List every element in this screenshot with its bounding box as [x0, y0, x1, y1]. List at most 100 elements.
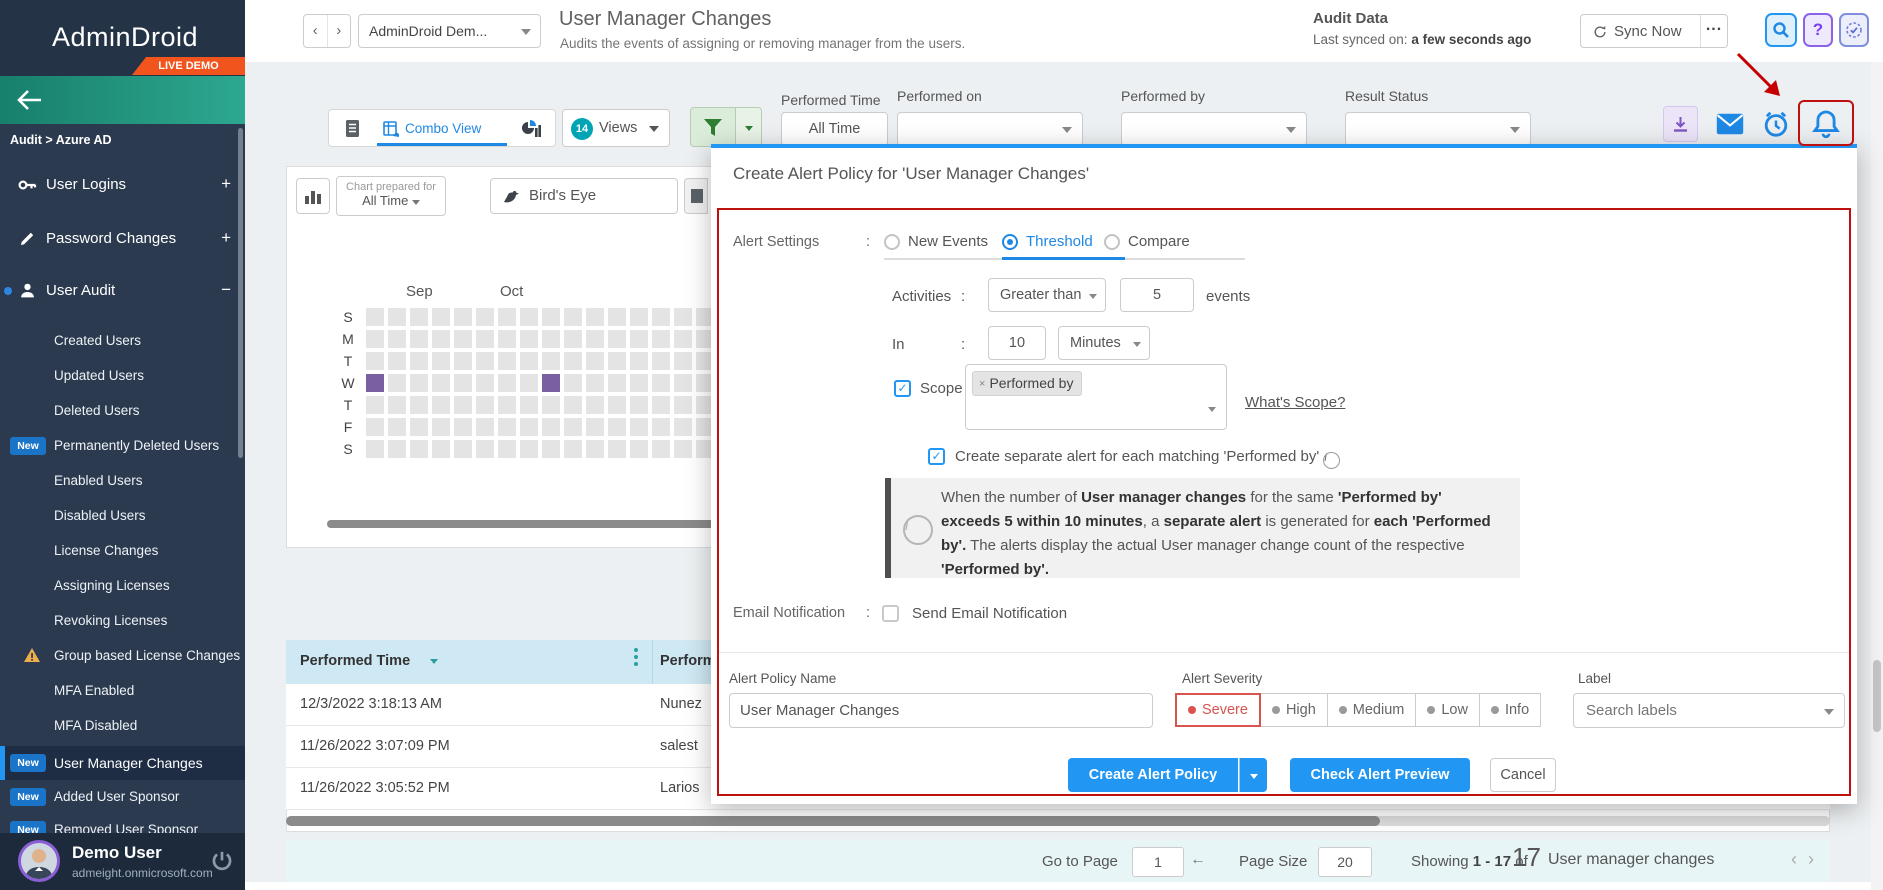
label-select[interactable] [1573, 693, 1845, 728]
heatmap-cell [542, 308, 560, 326]
page-number-input[interactable] [1132, 847, 1184, 877]
heatmap-cell [476, 374, 494, 392]
label-search-input[interactable] [1584, 701, 1808, 720]
radio-compare[interactable] [1104, 234, 1120, 250]
scope-checkbox[interactable]: ✓ [894, 380, 911, 397]
sync-now-button[interactable]: Sync Now ... [1580, 14, 1728, 48]
tab-chart-view[interactable] [507, 110, 557, 146]
chart-extra-button[interactable] [684, 178, 708, 214]
send-email-checkbox[interactable] [882, 605, 899, 622]
filter-options-button[interactable] [735, 107, 762, 147]
filter-performed-time[interactable]: All Time [781, 112, 888, 146]
birds-eye-button[interactable]: Bird's Eye [490, 178, 678, 214]
activities-operator-select[interactable]: Greater than [988, 278, 1106, 312]
info-icon[interactable]: i [1323, 452, 1341, 469]
heatmap-cell [454, 396, 472, 414]
severity-medium[interactable]: Medium [1326, 693, 1417, 727]
radio-new-events-label[interactable]: New Events [908, 233, 988, 250]
chart-period-selector[interactable]: Chart prepared for All Time [336, 176, 446, 216]
sync-more-button[interactable]: ... [1700, 15, 1727, 47]
prev-page-icon[interactable]: ‹ [1791, 849, 1797, 870]
filter-performed-by[interactable] [1121, 112, 1307, 146]
scope-multiselect[interactable]: × Performed by [965, 364, 1227, 430]
column-header-performed-time[interactable]: Performed Time [300, 653, 410, 669]
chevron-down-icon [1249, 774, 1258, 779]
cell-performed-by: Larios [660, 780, 700, 796]
cancel-button[interactable]: Cancel [1490, 758, 1556, 792]
check-alert-preview-button[interactable]: Check Alert Preview [1290, 758, 1470, 792]
whats-scope-link[interactable]: What's Scope? [1245, 394, 1345, 411]
activities-count-input[interactable] [1120, 278, 1194, 312]
email-report-button[interactable] [1712, 108, 1748, 140]
filter-result-status[interactable] [1345, 112, 1531, 146]
heatmap-cell [674, 352, 692, 370]
bottom-strip [245, 882, 1883, 890]
in-unit-select[interactable]: Minutes [1058, 326, 1150, 360]
page-vscrollbar-thumb[interactable] [1873, 660, 1881, 732]
back-nav-button[interactable]: ‹ [304, 15, 327, 47]
filter-performed-on[interactable] [897, 112, 1083, 146]
heatmap-cell [476, 396, 494, 414]
modal-footer-divider [719, 652, 1849, 653]
global-search-button[interactable] [1765, 13, 1797, 47]
envelope-icon [1716, 113, 1744, 135]
create-alert-policy-button[interactable]: Create Alert Policy [1068, 758, 1238, 792]
sidebar-item-user-manager-changes[interactable]: New User Manager Changes [0, 746, 245, 780]
radio-new-events[interactable] [884, 234, 900, 250]
export-button[interactable] [1663, 106, 1698, 142]
radio-threshold-label[interactable]: Threshold [1026, 233, 1093, 250]
radio-threshold[interactable] [1002, 234, 1018, 250]
tasks-button[interactable] [1839, 13, 1869, 47]
severity-high[interactable]: High [1259, 693, 1328, 727]
chevron-down-icon [1510, 127, 1520, 133]
table-hscrollbar-thumb[interactable] [286, 816, 1380, 826]
severity-low[interactable]: Low [1415, 693, 1480, 727]
in-value-input[interactable] [988, 326, 1046, 360]
forward-nav-button[interactable]: › [326, 15, 351, 47]
sidebar-item-user-logins[interactable]: User Logins + [0, 170, 245, 200]
chevron-down-icon [1089, 294, 1097, 299]
heatmap-cell [564, 440, 582, 458]
sort-icon[interactable] [430, 659, 438, 664]
next-page-icon[interactable]: › [1808, 849, 1814, 870]
separate-alert-checkbox[interactable]: ✓ [928, 448, 945, 465]
collapse-icon[interactable]: − [221, 280, 231, 300]
last-synced-value: a few seconds ago [1411, 32, 1532, 47]
schedule-button[interactable] [1758, 106, 1794, 142]
heatmap-cell [652, 418, 670, 436]
policy-name-input[interactable] [729, 693, 1153, 728]
power-icon[interactable] [211, 850, 233, 872]
views-dropdown-button[interactable]: 14 Views [562, 109, 670, 147]
avatar[interactable] [18, 840, 60, 882]
severity-info[interactable]: Info [1478, 693, 1542, 727]
tab-grid-view[interactable] [329, 110, 377, 146]
activities-colon: : [961, 288, 966, 305]
avatar-image [25, 849, 53, 879]
day-label: S [343, 309, 353, 325]
sidebar-item-password-changes[interactable]: Password Changes + [0, 224, 245, 254]
create-alert-policy-dropdown[interactable] [1239, 758, 1267, 792]
email-colon: : [866, 605, 871, 621]
help-button[interactable]: ? [1803, 13, 1833, 47]
chart-type-button[interactable] [296, 178, 330, 214]
tag-remove-icon[interactable]: × [979, 378, 985, 390]
heatmap-month-sep: Sep [406, 283, 433, 300]
chart-hscrollbar-thumb[interactable] [327, 520, 772, 528]
radio-compare-label[interactable]: Compare [1128, 233, 1190, 250]
severity-severe[interactable]: Severe [1175, 693, 1261, 727]
new-badge: New [10, 754, 46, 772]
filter-button[interactable] [690, 107, 736, 147]
expand-icon[interactable]: + [221, 228, 231, 248]
active-section-dot [4, 287, 12, 295]
tab-combo-view[interactable]: Combo View [377, 110, 507, 146]
sidebar-item-user-audit[interactable]: User Audit − [0, 276, 245, 306]
page-back-arrow[interactable]: ← [1190, 851, 1206, 869]
tenant-selector[interactable]: AdminDroid Dem... [358, 14, 541, 48]
back-arrow-icon[interactable] [16, 89, 42, 111]
expand-icon[interactable]: + [221, 174, 231, 194]
page-size-input[interactable] [1318, 847, 1372, 877]
column-menu-icon[interactable] [634, 648, 638, 666]
modal-title: Create Alert Policy for 'User Manager Ch… [733, 164, 1090, 183]
audit-data-label: Audit Data [1313, 10, 1388, 27]
scope-tag[interactable]: × Performed by [972, 371, 1083, 396]
